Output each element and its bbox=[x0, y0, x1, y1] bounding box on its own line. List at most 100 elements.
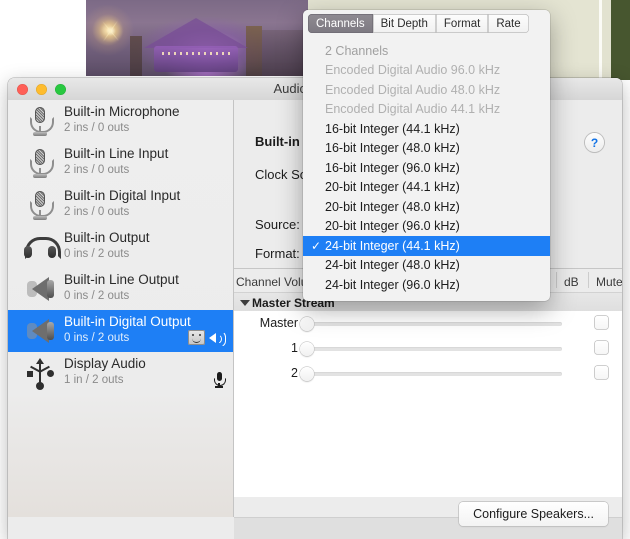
device-row-built-in-line-output[interactable]: Built-in Line Output 0 ins / 2 outs bbox=[8, 268, 233, 310]
wallpaper-string-lights bbox=[162, 52, 230, 55]
channel-row-2: 2 bbox=[234, 361, 622, 386]
device-io: 2 ins / 0 outs bbox=[64, 164, 130, 176]
volume-slider-track[interactable] bbox=[306, 322, 562, 326]
wallpaper-tent-roof bbox=[144, 18, 248, 48]
menu-item-24bit-96[interactable]: 24-bit Integer (96.0 kHz) bbox=[303, 275, 550, 295]
format-popup-menu[interactable]: Channels Bit Depth Format Rate 2 Channel… bbox=[303, 10, 550, 301]
usb-icon bbox=[22, 357, 58, 390]
device-io: 2 ins / 0 outs bbox=[64, 122, 130, 134]
microphone-icon bbox=[22, 105, 58, 137]
mute-checkbox[interactable] bbox=[595, 341, 608, 354]
speaker-icon bbox=[22, 273, 58, 305]
menu-item-label: 24-bit Integer (48.0 kHz) bbox=[325, 258, 460, 273]
menu-item-20bit-441[interactable]: 20-bit Integer (44.1 kHz) bbox=[303, 178, 550, 198]
device-name: Built-in Microphone bbox=[64, 104, 180, 119]
menu-item-label: 16-bit Integer (96.0 kHz) bbox=[325, 160, 460, 175]
help-button[interactable]: ? bbox=[585, 133, 604, 152]
headphones-icon bbox=[22, 231, 61, 263]
desktop-panel-stripe bbox=[602, 0, 611, 80]
menu-item-label: 16-bit Integer (44.1 kHz) bbox=[325, 121, 460, 136]
format-label: Format: bbox=[255, 246, 300, 261]
menu-item-24bit-48[interactable]: 24-bit Integer (48.0 kHz) bbox=[303, 256, 550, 276]
tab-channels[interactable]: Channels bbox=[308, 14, 373, 33]
volume-slider-knob[interactable] bbox=[300, 317, 314, 331]
sound-output-icon bbox=[209, 330, 226, 347]
channel-row-1: 1 bbox=[234, 336, 622, 361]
channel-row-master: Master bbox=[234, 311, 622, 336]
device-list-sidebar[interactable]: Built-in Microphone 2 ins / 0 outs Built… bbox=[8, 100, 234, 517]
menu-item-label: Encoded Digital Audio 48.0 kHz bbox=[325, 82, 501, 97]
channel-label: 1 bbox=[291, 341, 298, 355]
menu-item-label: Encoded Digital Audio 44.1 kHz bbox=[325, 102, 501, 117]
menu-item-label: 20-bit Integer (44.1 kHz) bbox=[325, 180, 460, 195]
menu-item-16bit-48[interactable]: 16-bit Integer (48.0 kHz) bbox=[303, 139, 550, 159]
menu-item-label: 24-bit Integer (96.0 kHz) bbox=[325, 277, 460, 292]
tab-format[interactable]: Format bbox=[435, 14, 489, 33]
mute-checkbox[interactable] bbox=[595, 316, 608, 329]
menu-item-label: 24-bit Integer (44.1 kHz) bbox=[325, 238, 460, 253]
screen: Audio Devices Built-in Microphone 2 ins … bbox=[0, 0, 630, 539]
mute-checkbox[interactable] bbox=[595, 366, 608, 379]
desktop-blank-left bbox=[0, 0, 86, 80]
device-io: 0 ins / 2 outs bbox=[64, 248, 130, 260]
menu-item-16bit-441[interactable]: 16-bit Integer (44.1 kHz) bbox=[303, 119, 550, 139]
menu-item-encoded-48: Encoded Digital Audio 48.0 kHz bbox=[303, 80, 550, 100]
configure-speakers-button[interactable]: Configure Speakers... bbox=[459, 502, 608, 526]
desktop-wallpaper bbox=[86, 0, 308, 76]
device-io: 0 ins / 2 outs bbox=[64, 290, 130, 302]
device-row-built-in-line-input[interactable]: Built-in Line Input 2 ins / 0 outs bbox=[8, 142, 233, 184]
menu-item-list: 2 Channels Encoded Digital Audio 96.0 kH… bbox=[303, 36, 550, 301]
menu-item-label: 2 Channels bbox=[325, 43, 389, 58]
device-io: 2 ins / 0 outs bbox=[64, 206, 130, 218]
device-row-built-in-digital-input[interactable]: Built-in Digital Input 2 ins / 0 outs bbox=[8, 184, 233, 226]
menu-section-header: 2 Channels bbox=[303, 41, 550, 61]
menu-item-label: 16-bit Integer (48.0 kHz) bbox=[325, 141, 460, 156]
device-name: Built-in Line Input bbox=[64, 146, 169, 161]
volume-slider-knob[interactable] bbox=[300, 342, 314, 356]
device-badges bbox=[188, 330, 226, 347]
wallpaper-foliage bbox=[262, 30, 308, 76]
device-badges bbox=[213, 372, 226, 388]
channel-label: Master bbox=[259, 316, 298, 330]
microphone-icon bbox=[213, 372, 226, 388]
column-divider bbox=[588, 272, 589, 288]
menu-item-20bit-48[interactable]: 20-bit Integer (48.0 kHz) bbox=[303, 197, 550, 217]
menu-item-label: Encoded Digital Audio 96.0 kHz bbox=[325, 63, 501, 78]
menu-item-24bit-441[interactable]: ✓ 24-bit Integer (44.1 kHz) bbox=[303, 236, 550, 256]
device-row-built-in-output[interactable]: Built-in Output 0 ins / 2 outs bbox=[8, 226, 233, 268]
channel-label: 2 bbox=[291, 366, 298, 380]
device-name: Built-in Digital Output bbox=[64, 314, 191, 329]
volume-slider-knob[interactable] bbox=[300, 367, 314, 381]
menu-item-label: 20-bit Integer (48.0 kHz) bbox=[325, 199, 460, 214]
volume-slider-track[interactable] bbox=[306, 372, 562, 376]
menu-item-encoded-96: Encoded Digital Audio 96.0 kHz bbox=[303, 61, 550, 81]
pane-footer: Configure Speakers... bbox=[234, 502, 622, 539]
tab-bit-depth[interactable]: Bit Depth bbox=[372, 14, 436, 33]
menu-segmented-control[interactable]: Channels Bit Depth Format Rate bbox=[303, 10, 550, 36]
menu-item-20bit-96[interactable]: 20-bit Integer (96.0 kHz) bbox=[303, 217, 550, 237]
device-row-built-in-microphone[interactable]: Built-in Microphone 2 ins / 0 outs bbox=[8, 100, 233, 142]
disclosure-triangle-icon[interactable] bbox=[240, 299, 250, 306]
device-name: Built-in Output bbox=[64, 230, 150, 245]
desktop-panel-green bbox=[611, 0, 630, 80]
microphone-icon bbox=[22, 147, 58, 179]
menu-item-encoded-441: Encoded Digital Audio 44.1 kHz bbox=[303, 100, 550, 120]
device-row-built-in-digital-output[interactable]: Built-in Digital Output 0 ins / 2 outs bbox=[8, 310, 233, 352]
column-header-db: dB bbox=[564, 275, 579, 289]
wallpaper-firework bbox=[96, 16, 126, 46]
device-row-display-audio[interactable]: Display Audio 1 in / 2 outs bbox=[8, 352, 233, 394]
menu-item-16bit-96[interactable]: 16-bit Integer (96.0 kHz) bbox=[303, 158, 550, 178]
volume-slider-track[interactable] bbox=[306, 347, 562, 351]
default-device-icon bbox=[188, 330, 205, 345]
device-name: Built-in Line Output bbox=[64, 272, 179, 287]
wallpaper-tree-left bbox=[130, 36, 142, 76]
device-name: Built-in Digital Input bbox=[64, 188, 181, 203]
wallpaper-tree-right bbox=[246, 26, 262, 76]
column-divider bbox=[556, 272, 557, 288]
speaker-icon bbox=[22, 315, 58, 347]
source-label: Source: bbox=[255, 217, 300, 232]
microphone-icon bbox=[22, 189, 58, 221]
column-header-mute: Mute bbox=[596, 275, 622, 289]
tab-rate[interactable]: Rate bbox=[488, 14, 529, 33]
channel-slider-area: Master 1 2 bbox=[234, 311, 622, 497]
